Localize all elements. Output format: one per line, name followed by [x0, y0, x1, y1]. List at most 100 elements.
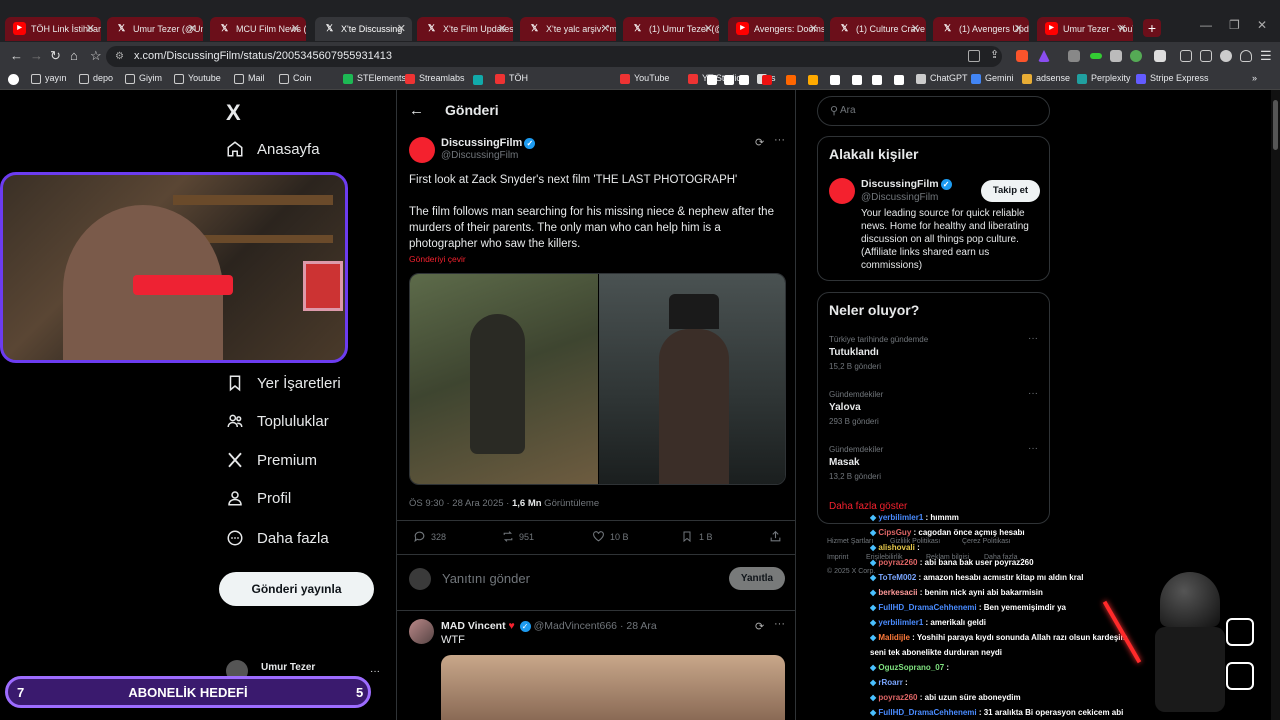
related-name-row[interactable]: DiscussingFilm ✓ [861, 178, 952, 190]
tab-close-icon[interactable]: ✕ [911, 17, 920, 41]
tab-9[interactable]: 𝕏 (1) Avengers Upda ✕ [933, 17, 1029, 41]
puzzle-icon[interactable] [1110, 50, 1122, 62]
reply-button[interactable]: 328 [413, 530, 446, 544]
tab-6[interactable]: 𝕏(1) Umur Tezer (@U✕ [623, 17, 719, 41]
back-arrow-icon[interactable]: ← [409, 102, 424, 119]
related-handle[interactable]: @DiscussingFilm [861, 192, 938, 203]
author-handle[interactable]: @DiscussingFilm [441, 150, 518, 161]
favicon-bookmark-icon[interactable] [872, 75, 882, 85]
battery-extension-icon[interactable] [1090, 53, 1102, 59]
repost-button[interactable]: 951 [501, 530, 534, 544]
bookmark-button[interactable]: 1 B [681, 530, 713, 544]
favicon-bookmark-icon[interactable] [473, 75, 483, 85]
reply-submit-button[interactable]: Yanıtla [729, 567, 785, 590]
tab-0[interactable]: ▶ TÖH Link İstihbarat ✕ [5, 17, 101, 41]
tab-close-icon[interactable]: ✕ [1118, 17, 1127, 41]
tab-close-icon[interactable]: ✕ [86, 17, 95, 41]
tab-2[interactable]: 𝕏MCU Film News (@✕ [210, 17, 306, 41]
vpn-icon[interactable] [1240, 50, 1252, 62]
nav-bookmarks[interactable]: Yer İşaretleri [226, 372, 341, 396]
bookmark-item[interactable]: YouTube [620, 73, 669, 84]
bookmark-item[interactable]: Coin [279, 73, 312, 84]
like-button[interactable]: 10 B [592, 530, 629, 544]
new-tab-button[interactable]: + [1143, 19, 1161, 37]
tab-4[interactable]: 𝕏X'te Film Updates: "✕ [417, 17, 513, 41]
tab-close-icon[interactable]: ✕ [809, 17, 818, 41]
tab-close-icon[interactable]: ✕ [291, 17, 300, 41]
tab-8[interactable]: 𝕏 (1) Culture Crave ✕ [830, 17, 926, 41]
nav-communities[interactable]: Topluluklar [226, 410, 329, 434]
tab-7[interactable]: ▶Avengers: Doomsda✕ [728, 17, 824, 41]
extension-w-icon[interactable] [1154, 50, 1166, 62]
tab-1[interactable]: 𝕏Umur Tezer (@Umu✕ [107, 17, 203, 41]
favicon-bookmark-icon[interactable] [894, 75, 904, 85]
tab-10[interactable]: ▶Umur Tezer - YouTu✕ [1037, 17, 1133, 41]
follow-button[interactable]: Takip et [981, 180, 1040, 202]
bookmark-item[interactable]: TÖH [495, 73, 528, 84]
screen-share-icon[interactable] [968, 50, 980, 62]
favicon-bookmark-icon[interactable] [724, 75, 734, 85]
page-scrollbar[interactable] [1271, 90, 1280, 720]
bookmark-page-icon[interactable]: ☆ [90, 48, 102, 64]
wallet-icon[interactable] [1200, 50, 1212, 62]
url-input[interactable]: ⚙ x.com/DiscussingFilm/status/2005345607… [106, 46, 1002, 67]
search-input[interactable]: Ara [840, 105, 856, 116]
reply-more-icon[interactable]: ··· [774, 618, 785, 630]
tab-close-icon[interactable]: ✕ [704, 17, 713, 41]
bookmark-item[interactable]: adsense [1022, 73, 1070, 84]
minimize-icon[interactable]: — [1200, 18, 1212, 32]
trend-more-icon[interactable]: ··· [1028, 443, 1038, 454]
tab-close-icon[interactable]: ✕ [188, 17, 197, 41]
bookmark-item[interactable]: Mail [234, 73, 265, 84]
tweet-more-icon[interactable]: ··· [774, 134, 785, 146]
tab-close-icon[interactable]: ✕ [601, 17, 610, 41]
account-more-icon[interactable]: ··· [370, 666, 380, 677]
leo-ai-icon[interactable] [1220, 50, 1232, 62]
related-avatar[interactable] [829, 178, 855, 204]
translate-link[interactable]: Gönderiyi çevir [409, 254, 466, 264]
media-image-right[interactable] [599, 274, 785, 484]
close-window-icon[interactable]: ✕ [1257, 18, 1267, 32]
grok-icon[interactable]: ⟳ [755, 620, 764, 633]
favicon-bookmark-icon[interactable] [762, 75, 772, 85]
nav-premium[interactable]: Premium [226, 449, 317, 473]
bookmark-item[interactable]: Stripe Express [1136, 73, 1209, 84]
post-button[interactable]: Gönderi yayınla [219, 572, 374, 606]
footer-link[interactable]: Imprint [827, 554, 848, 561]
bookmark-item[interactable]: Gemini [971, 73, 1014, 84]
reply-author-row[interactable]: MAD Vincent ♥ ✓ @MadVincent666 · 28 Ara [441, 620, 657, 632]
forward-icon[interactable]: → [30, 48, 43, 63]
x-logo-icon[interactable]: X [226, 100, 241, 126]
favicon-bookmark-icon[interactable] [830, 75, 840, 85]
brave-rewards-icon[interactable] [1038, 50, 1050, 62]
favicon-bookmark-icon[interactable] [808, 75, 818, 85]
bookmark-item[interactable]: depo [79, 73, 113, 84]
favicon-bookmark-icon[interactable] [739, 75, 749, 85]
bookmark-item[interactable]: Perplexity [1077, 73, 1131, 84]
reply-input[interactable]: Yanıtını gönder [442, 571, 530, 586]
bookmark-item[interactable]: yayın [31, 73, 67, 84]
footer-link[interactable]: © 2025 X Corp. [827, 568, 875, 575]
bookmark-item[interactable]: Streamlabs [405, 73, 465, 84]
author-avatar[interactable] [409, 137, 435, 163]
sidebar-icon[interactable] [1180, 50, 1192, 62]
reply-media[interactable] [441, 655, 785, 720]
favicon-bookmark-icon[interactable] [707, 75, 717, 85]
author-name-row[interactable]: DiscussingFilm ✓ [441, 137, 536, 149]
tab-3[interactable]: 𝕏 X'te Discussing ✕ [315, 17, 412, 41]
share-icon[interactable] [769, 530, 782, 548]
scrollbar-thumb[interactable] [1273, 100, 1278, 150]
nav-home[interactable]: Anasayfa [226, 138, 320, 162]
favicon-bookmark-icon[interactable] [852, 75, 862, 85]
tab-close-icon[interactable]: ✕ [397, 17, 406, 41]
nav-profile[interactable]: Profil [226, 487, 291, 511]
tab-close-icon[interactable]: ✕ [498, 17, 507, 41]
maximize-icon[interactable]: ❐ [1229, 18, 1240, 32]
tweet-media[interactable] [409, 273, 786, 485]
tab-close-icon[interactable]: ✕ [1014, 17, 1023, 41]
favicon-bookmark-icon[interactable] [786, 75, 796, 85]
tab-5[interactable]: 𝕏 X'te yalc arşiv: "mo ✕ [520, 17, 616, 41]
bookmarks-more[interactable]: » [1252, 73, 1257, 83]
site-info-icon[interactable]: ⚙ [115, 46, 124, 67]
extension-green-icon[interactable] [1130, 50, 1142, 62]
